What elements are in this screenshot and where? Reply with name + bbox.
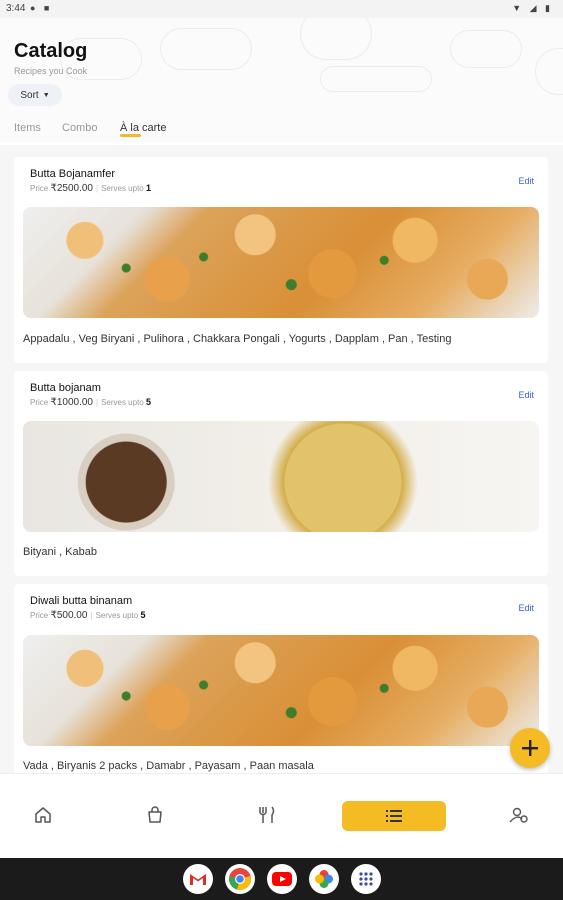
app-drawer[interactable] (351, 864, 381, 894)
card-items: Bityani , Kabab (23, 546, 97, 558)
cutlery-icon (259, 806, 275, 823)
system-dock (0, 858, 563, 900)
photos-app[interactable] (309, 864, 339, 894)
card-meta: Price ₹500.00 | Serves upto 5 (30, 610, 146, 621)
nav-orders[interactable] (140, 802, 170, 828)
nav-team[interactable] (504, 802, 534, 828)
edit-button[interactable]: Edit (518, 390, 534, 400)
header-doodle (450, 30, 522, 68)
card-serves: 5 (146, 397, 152, 407)
catalog-card[interactable]: Butta bojanam Price ₹1000.00 | Serves upto… (14, 371, 548, 576)
nav-menu[interactable] (252, 802, 282, 828)
card-title: Butta bojanam (30, 382, 101, 394)
gmail-icon (190, 874, 206, 885)
card-items: Vada , Biryanis 2 packs , Damabr , Payas… (23, 760, 314, 772)
serves-label: Serves upto (101, 184, 144, 193)
card-meta: Price ₹1000.00 | Serves upto 5 (30, 397, 152, 408)
serves-label: Serves upto (95, 611, 139, 620)
chrome-app[interactable] (225, 864, 255, 894)
sort-label: Sort (20, 89, 39, 101)
price-label: Price (30, 611, 49, 620)
cauliflower-dish-image[interactable] (23, 207, 539, 318)
edit-button[interactable]: Edit (518, 176, 534, 186)
status-time: 3:44 (6, 3, 26, 14)
catalog-tabs: Items Combo À la carte (0, 118, 563, 142)
people-settings-icon (509, 807, 528, 823)
chrome-icon (229, 868, 251, 890)
page-subtitle: Recipes you Cook (14, 66, 88, 76)
caret-down-icon: ▼ (42, 91, 50, 99)
header-doodle (535, 48, 563, 95)
catalog-header: Catalog Recipes you Cook Sort ▼ (0, 18, 563, 118)
add-button[interactable] (510, 728, 550, 768)
list-icon (386, 810, 402, 822)
shopping-bag-icon (148, 806, 162, 823)
card-title: Diwali butta binanam (30, 595, 133, 607)
card-title: Butta Bojanamfer (30, 168, 115, 180)
photos-icon (315, 870, 333, 888)
edit-button[interactable]: Edit (518, 603, 534, 613)
card-price: ₹2500.00 (50, 183, 93, 194)
serves-label: Serves upto (101, 398, 144, 407)
card-serves: 1 (146, 183, 152, 193)
nav-home[interactable] (28, 802, 58, 828)
cauliflower-dish-image[interactable] (23, 635, 539, 746)
card-items: Appadalu , Veg Biryani , Pulihora , Chak… (23, 333, 452, 345)
notification-icons: ● ■ (30, 3, 53, 13)
tab-combo[interactable]: Combo (62, 122, 97, 134)
status-bar: 3:44 ● ■ ▼ ◢ ▮ (0, 0, 563, 18)
catalog-list[interactable]: Butta Bojanamfer Price ₹2500.00 | Serves u… (0, 145, 563, 773)
tab-items[interactable]: Items (14, 122, 41, 134)
active-tab-indicator (120, 134, 141, 137)
catalog-card[interactable]: Diwali butta binanam Price ₹500.00 | Serve… (14, 584, 548, 773)
youtube-app[interactable] (267, 864, 297, 894)
gmail-app[interactable] (183, 864, 213, 894)
sort-button[interactable]: Sort ▼ (8, 84, 62, 106)
price-label: Price (30, 398, 49, 407)
tab-a-la-carte[interactable]: À la carte (120, 122, 166, 134)
nav-catalog[interactable] (342, 801, 446, 831)
card-price: ₹500.00 (50, 610, 88, 621)
bottom-navigation (0, 773, 563, 859)
header-doodle (160, 28, 252, 70)
apps-icon (359, 872, 373, 886)
card-price: ₹1000.00 (50, 397, 93, 408)
home-icon (35, 807, 51, 823)
catalog-card[interactable]: Butta Bojanamfer Price ₹2500.00 | Serves u… (14, 157, 548, 363)
header-doodle (320, 66, 432, 92)
card-serves: 5 (140, 610, 146, 620)
page-title: Catalog (14, 40, 88, 62)
system-status-icons: ▼ ◢ ▮ (512, 3, 553, 13)
youtube-icon (272, 872, 292, 886)
price-label: Price (30, 184, 49, 193)
header-doodle (300, 18, 372, 60)
plus-icon (522, 740, 538, 756)
biryani-dish-image[interactable] (23, 421, 539, 532)
card-meta: Price ₹2500.00 | Serves upto 1 (30, 183, 152, 194)
